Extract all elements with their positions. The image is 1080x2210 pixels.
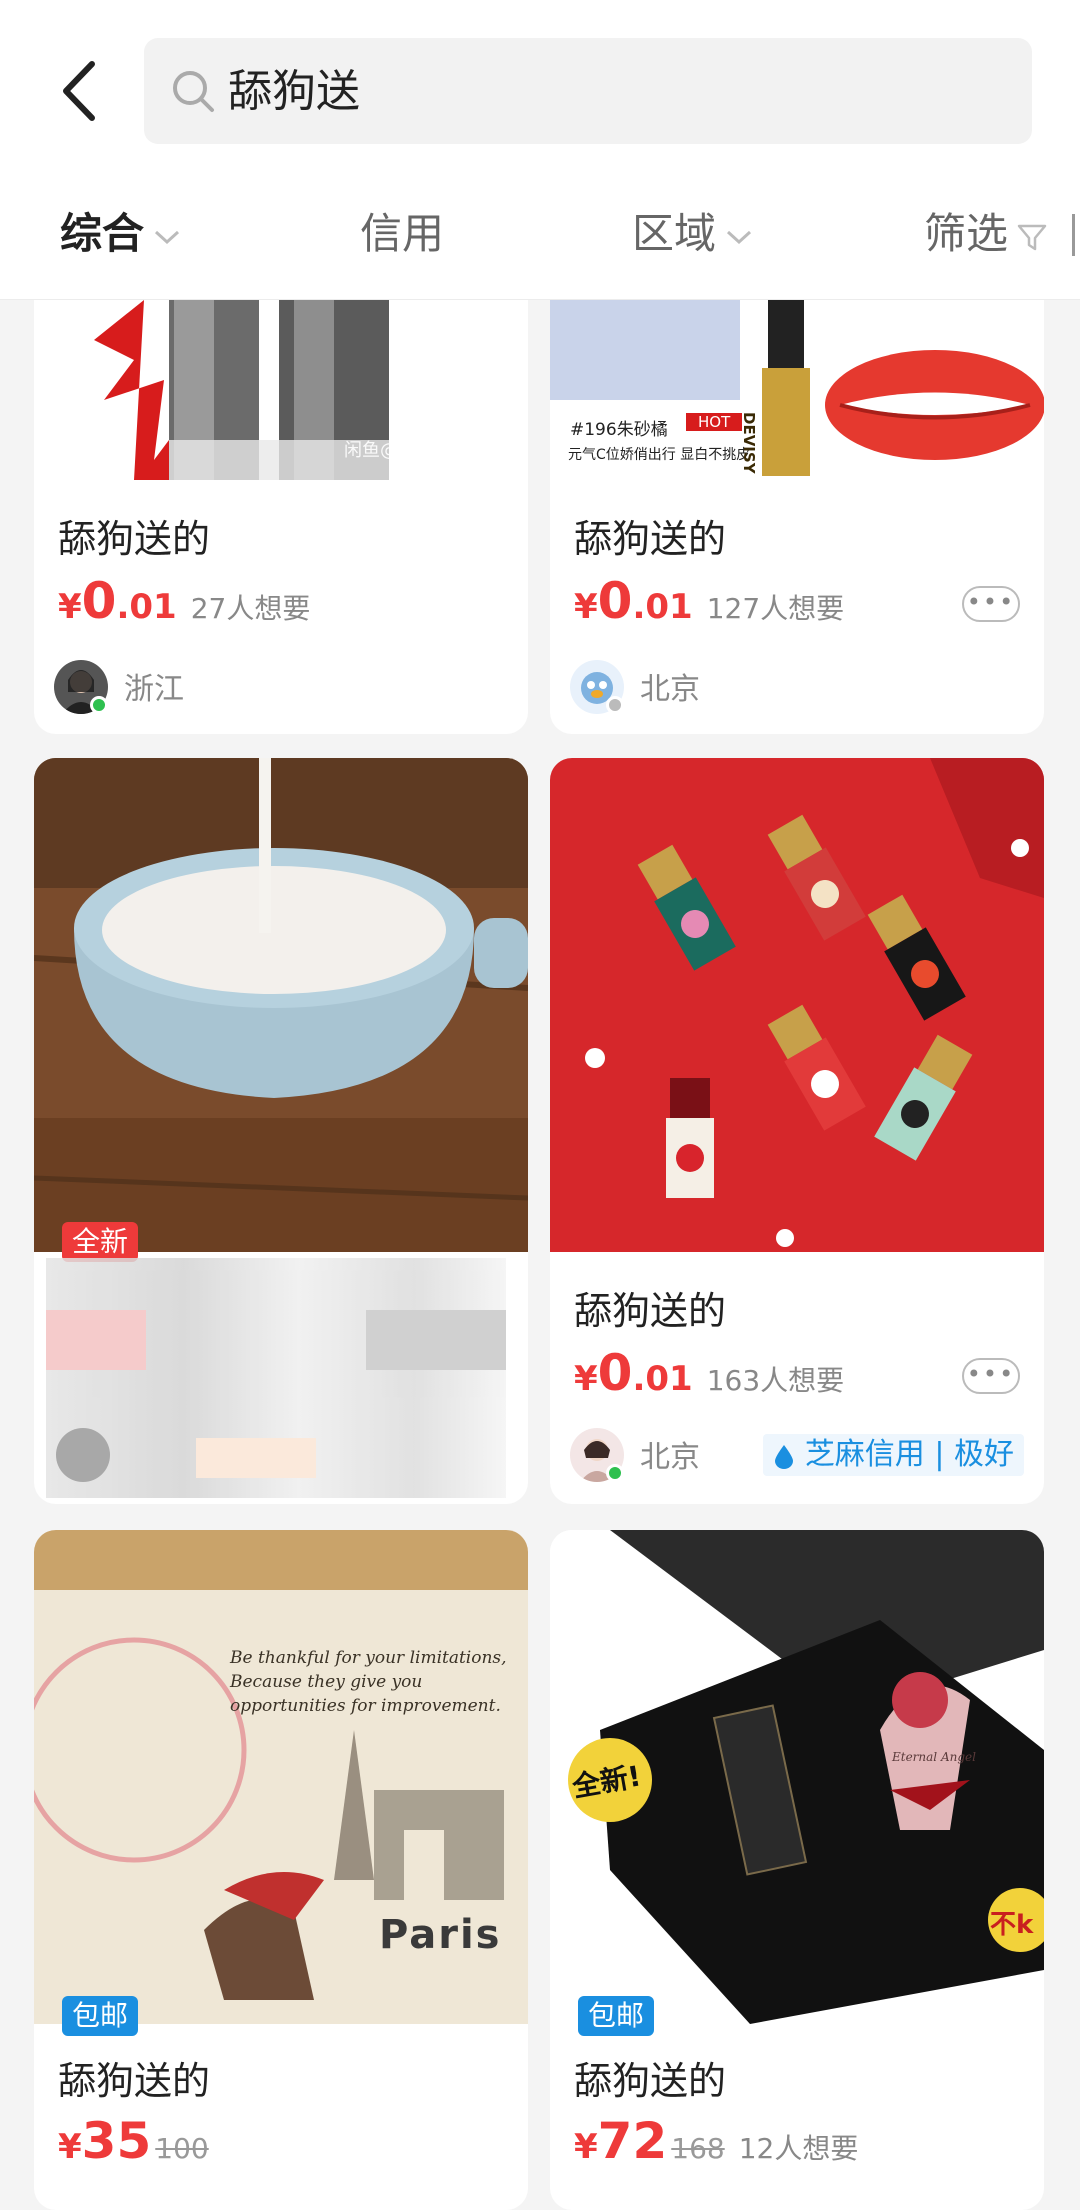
online-status-icon — [90, 696, 108, 714]
filter-divider — [1072, 214, 1075, 256]
price-row: ¥72 168 12人想要 — [574, 2112, 858, 2172]
want-count: 12人想要 — [738, 2132, 859, 2165]
watermark: 闲鱼@tb835736247 — [344, 440, 520, 461]
filter-region[interactable]: 区域 — [632, 204, 754, 264]
filter-label: 综合 — [60, 209, 145, 258]
price-row: ¥35 100 — [58, 2112, 209, 2172]
brand-label: DEVISY — [740, 412, 758, 474]
price: ¥0.01 — [574, 572, 693, 630]
tagline: 元气C位娇俏出行 显白不挑皮 — [568, 447, 751, 463]
offline-status-icon — [606, 696, 624, 714]
product-card[interactable]: Be thankful for your limitations, Becaus… — [34, 1530, 528, 2210]
product-card[interactable]: 闲鱼@tb835736247 舔狗送的 ¥0.01 27人想要 浙江 — [34, 240, 528, 734]
card-text: Eternal Angel — [892, 1750, 976, 1764]
price-row: ¥0.01 27人想要 — [58, 572, 310, 632]
search-icon — [173, 71, 214, 112]
price: ¥0.01 — [58, 572, 177, 630]
water-drop-icon — [775, 1444, 794, 1469]
price-row: ¥0.01 163人想要 — [574, 1344, 844, 1404]
location: 浙江 — [124, 672, 184, 707]
product-card[interactable]: 舔狗送的 ¥0.01 163人想要 ••• 北京 芝麻信用 | 极好 — [550, 758, 1044, 1504]
online-status-icon — [606, 1464, 624, 1482]
shade-label: #196朱砂橘 — [570, 420, 668, 440]
filter-label: 区域 — [632, 209, 717, 258]
filter-bar: 综合 信用 区域 筛选 — [0, 196, 1080, 276]
price-row: ¥0.01 127人想要 — [574, 572, 844, 632]
corner-sticker: 不k — [990, 1910, 1034, 1940]
product-image: 全新! 不k Eternal Angel — [550, 1530, 1044, 2024]
price: ¥72 — [574, 2112, 668, 2170]
location: 北京 — [640, 1440, 700, 1475]
product-card[interactable]: 全新! 不k Eternal Angel 包邮 舔狗送的 ¥72 168 12人想要 — [550, 1530, 1044, 2210]
product-title: 舔狗送的 — [58, 2059, 211, 2103]
filter-label: 信用 — [360, 209, 445, 258]
free-shipping-badge: 包邮 — [578, 1996, 655, 2036]
credit-label: 芝麻信用 | 极好 — [804, 1437, 1014, 1472]
free-shipping-badge: 包邮 — [62, 1996, 139, 2036]
price: ¥0.01 — [574, 1344, 693, 1402]
product-image — [550, 758, 1044, 1252]
product-card[interactable]: 全新 — [34, 758, 528, 1504]
product-title: 舔狗送的 — [574, 1289, 727, 1333]
original-price: 100 — [155, 2132, 209, 2165]
product-title: 舔狗送的 — [574, 2059, 727, 2103]
product-card[interactable]: #196朱砂橘 HOT 元气C位娇俏出行 显白不挑皮 DEVISY 舔狗送的 ¥… — [550, 240, 1044, 734]
filter-screen[interactable]: 筛选 — [924, 204, 1048, 264]
filter-comprehensive[interactable]: 综合 — [60, 204, 182, 264]
image-quote: Be thankful for your limitations, Becaus… — [230, 1648, 507, 1716]
credit-badge: 芝麻信用 | 极好 — [763, 1434, 1024, 1476]
top-bar: 舔狗送 综合 信用 区域 筛选 — [0, 0, 1080, 300]
product-image — [34, 758, 528, 1252]
filter-label: 筛选 — [924, 209, 1009, 258]
back-button[interactable] — [52, 56, 112, 126]
price: ¥35 — [58, 2112, 152, 2170]
hot-tag: HOT — [686, 413, 743, 431]
new-badge: 全新 — [62, 1222, 139, 1262]
product-title: 舔狗送的 — [58, 517, 211, 561]
want-count: 27人想要 — [190, 592, 311, 625]
blurred-content — [46, 1258, 506, 1498]
more-button[interactable]: ••• — [962, 1358, 1020, 1394]
chevron-left-icon — [63, 61, 95, 121]
want-count: 163人想要 — [706, 1364, 845, 1397]
original-price: 168 — [671, 2132, 725, 2165]
more-button[interactable]: ••• — [962, 586, 1020, 622]
filter-credit[interactable]: 信用 — [360, 204, 444, 264]
chevron-down-icon — [727, 230, 752, 244]
image-paris: Paris — [379, 1912, 502, 1958]
search-input[interactable]: 舔狗送 — [144, 38, 1032, 144]
search-query: 舔狗送 — [228, 66, 360, 117]
product-title: 舔狗送的 — [574, 517, 727, 561]
location: 北京 — [640, 672, 700, 707]
funnel-icon — [1017, 224, 1047, 250]
want-count: 127人想要 — [706, 592, 845, 625]
chevron-down-icon — [155, 230, 180, 244]
product-image: Be thankful for your limitations, Becaus… — [34, 1530, 528, 2024]
